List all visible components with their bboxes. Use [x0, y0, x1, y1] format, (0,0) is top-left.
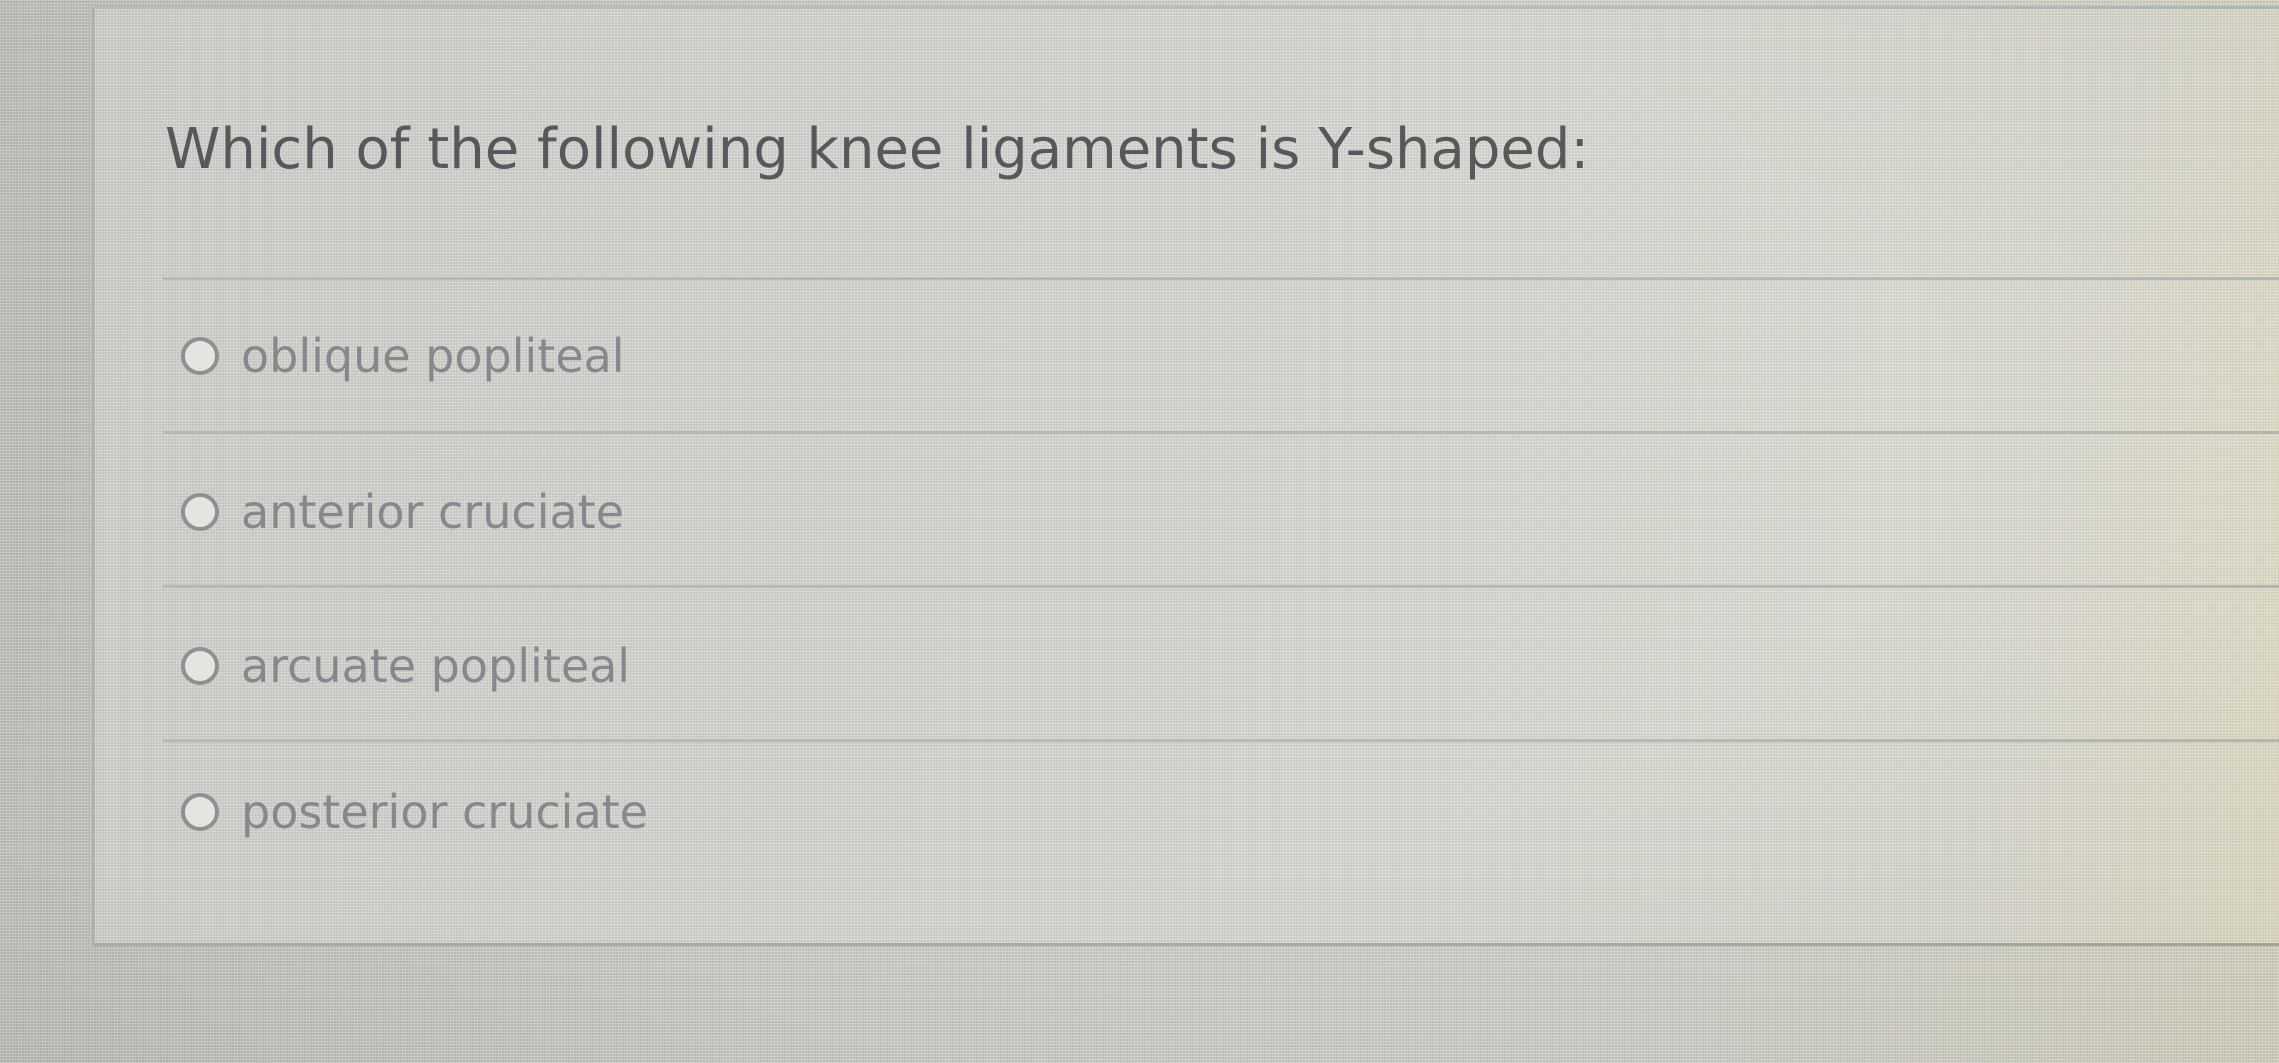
question-text: Which of the following knee ligaments is… [165, 117, 1590, 182]
radio-button[interactable] [181, 793, 219, 831]
radio-button[interactable] [181, 647, 219, 685]
divider [163, 739, 2279, 742]
divider [163, 431, 2279, 434]
radio-button[interactable] [181, 493, 219, 531]
divider [163, 585, 2279, 588]
question-card: Which of the following knee ligaments is… [92, 6, 2279, 946]
answer-option-anterior-cruciate[interactable]: anterior cruciate [181, 477, 1581, 547]
answer-option-arcuate-popliteal[interactable]: arcuate popliteal [181, 631, 1581, 701]
option-label: anterior cruciate [241, 485, 625, 539]
answer-option-posterior-cruciate[interactable]: posterior cruciate [181, 777, 1581, 847]
radio-button[interactable] [181, 337, 219, 375]
answer-option-oblique-popliteal[interactable]: oblique popliteal [181, 321, 1581, 391]
divider [163, 277, 2279, 280]
option-label: oblique popliteal [241, 329, 625, 383]
option-label: arcuate popliteal [241, 639, 631, 693]
option-label: posterior cruciate [241, 785, 648, 839]
